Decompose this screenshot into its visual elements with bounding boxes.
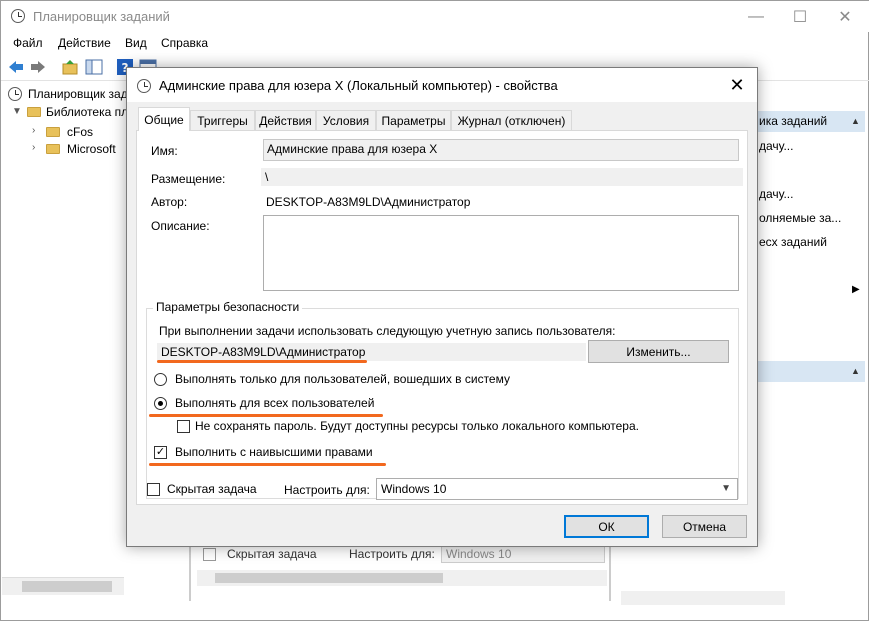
collapse-arrow-icon[interactable]: ▲ (851, 366, 860, 376)
scrollbar-thumb (215, 573, 443, 583)
bg-scrollbar (621, 591, 785, 605)
highest-privileges-checkbox[interactable]: ✓ (154, 446, 167, 459)
task-properties-dialog: Админские права для юзера X (Локальный к… (126, 67, 758, 547)
menu-help[interactable]: Справка (161, 36, 208, 50)
show-hide-tree-icon[interactable] (85, 58, 103, 76)
minimize-button[interactable]: — (733, 1, 779, 32)
account-highlight-underline (157, 360, 367, 363)
dialog-title: Админские права для юзера X (Локальный к… (159, 78, 558, 93)
configure-for-label: Настроить для: (284, 483, 370, 497)
folder-icon (46, 144, 60, 154)
security-options-legend: Параметры безопасности (153, 300, 303, 314)
scrollbar-thumb[interactable] (22, 581, 112, 592)
menu-action[interactable]: Действие (58, 36, 111, 50)
author-label: Автор: (151, 195, 188, 209)
description-label: Описание: (151, 219, 210, 233)
expand-chevron-icon[interactable]: ▼ (12, 106, 22, 117)
forward-arrow-icon[interactable] (29, 58, 47, 76)
description-textarea[interactable] (263, 215, 739, 291)
tree-library[interactable]: Библиотека пл (46, 105, 128, 119)
main-titlebar: Планировщик заданий — ☐ ✕ (1, 1, 869, 32)
radio-all-users[interactable] (154, 397, 167, 410)
tree-horizontal-scrollbar[interactable] (2, 577, 124, 595)
dialog-close-button[interactable]: ✕ (723, 72, 751, 98)
bg-os-select: Windows 10 (441, 545, 605, 563)
no-store-password-checkbox[interactable] (177, 420, 190, 433)
bg-configure-label: Настроить для: (349, 547, 435, 561)
action-item[interactable]: дачу... (759, 187, 793, 201)
tab-settings[interactable]: Параметры (376, 110, 451, 130)
radio-all-users-label[interactable]: Выполнять для всех пользователей (175, 396, 374, 410)
author-value: DESKTOP-A83M9LD\Администратор (266, 195, 471, 209)
tree-item-microsoft[interactable]: Microsoft (67, 142, 116, 156)
location-value: \ (261, 168, 743, 186)
back-arrow-icon[interactable] (7, 58, 25, 76)
name-field[interactable]: Админские права для юзера X (263, 139, 739, 161)
scheduler-clock-icon (11, 9, 25, 23)
configure-for-select[interactable]: Windows 10 ▼ (376, 478, 738, 500)
general-tab-panel: Имя: Админские права для юзера X Размеще… (136, 130, 748, 505)
actions-header-label: ика заданий (759, 114, 828, 128)
folder-icon (27, 107, 41, 117)
radio-logged-on-only-label[interactable]: Выполнять только для пользователей, воше… (175, 372, 510, 386)
hidden-task-checkbox[interactable] (147, 483, 160, 496)
configure-for-value: Windows 10 (381, 482, 447, 496)
main-window-title: Планировщик заданий (33, 9, 170, 24)
maximize-button[interactable]: ☐ (777, 1, 823, 32)
cancel-button[interactable]: Отмена (662, 515, 747, 538)
all-users-highlight-underline (149, 414, 383, 417)
highest-privileges-label[interactable]: Выполнить с наивысшими правами (175, 445, 373, 459)
collapsed-chevron-icon[interactable]: › (32, 125, 35, 136)
menu-file[interactable]: Файл (13, 36, 43, 50)
background-task-pane: Скрытая задача Настроить для: Windows 10 (189, 541, 609, 601)
name-label: Имя: (151, 144, 178, 158)
actions-header-selected: ▲ (757, 361, 865, 382)
submenu-arrow-icon[interactable]: ▶ (852, 284, 860, 295)
action-item[interactable]: есх заданий (759, 235, 827, 249)
tab-conditions[interactable]: Условия (316, 110, 376, 130)
bg-hidden-task-checkbox (203, 548, 216, 561)
bg-hidden-task-label: Скрытая задача (227, 547, 317, 561)
menu-bar: Файл Действие Вид Справка (1, 32, 869, 54)
dialog-titlebar: Админские права для юзера X (Локальный к… (127, 68, 757, 102)
scheduler-clock-icon (137, 79, 151, 93)
bg-horizontal-scrollbar (197, 570, 607, 586)
change-user-button[interactable]: Изменить... (588, 340, 729, 363)
account-prompt: При выполнении задачи использовать следу… (159, 324, 616, 338)
radio-logged-on-only[interactable] (154, 373, 167, 386)
actions-panel (757, 107, 865, 607)
tab-history[interactable]: Журнал (отключен) (451, 110, 572, 130)
navigation-tree: Планировщик задани ▼ Библиотека пл › cFo… (1, 83, 148, 622)
collapse-arrow-icon[interactable]: ▲ (851, 116, 860, 126)
no-store-password-label[interactable]: Не сохранять пароль. Будут доступны ресу… (195, 419, 639, 433)
up-folder-icon[interactable] (61, 58, 79, 76)
location-label: Размещение: (151, 172, 226, 186)
action-item[interactable]: дачу... (759, 139, 793, 153)
folder-icon (46, 127, 60, 137)
collapsed-chevron-icon[interactable]: › (32, 142, 35, 153)
tab-general[interactable]: Общие (138, 107, 190, 131)
highest-privileges-highlight-underline (149, 463, 386, 466)
tab-triggers[interactable]: Триггеры (190, 110, 255, 130)
chevron-down-icon: ▼ (721, 483, 731, 494)
scheduler-root-icon (8, 87, 22, 101)
hidden-task-label[interactable]: Скрытая задача (167, 482, 257, 496)
action-item[interactable]: олняемые за... (759, 211, 841, 225)
tab-actions[interactable]: Действия (255, 110, 316, 130)
ok-button[interactable]: ОК (564, 515, 649, 538)
account-value: DESKTOP-A83M9LD\Администратор (157, 343, 586, 361)
close-button[interactable]: ✕ (822, 1, 868, 32)
actions-header: ика заданий ▲ (757, 111, 865, 132)
tree-item-cfos[interactable]: cFos (67, 125, 93, 139)
menu-view[interactable]: Вид (125, 36, 147, 50)
